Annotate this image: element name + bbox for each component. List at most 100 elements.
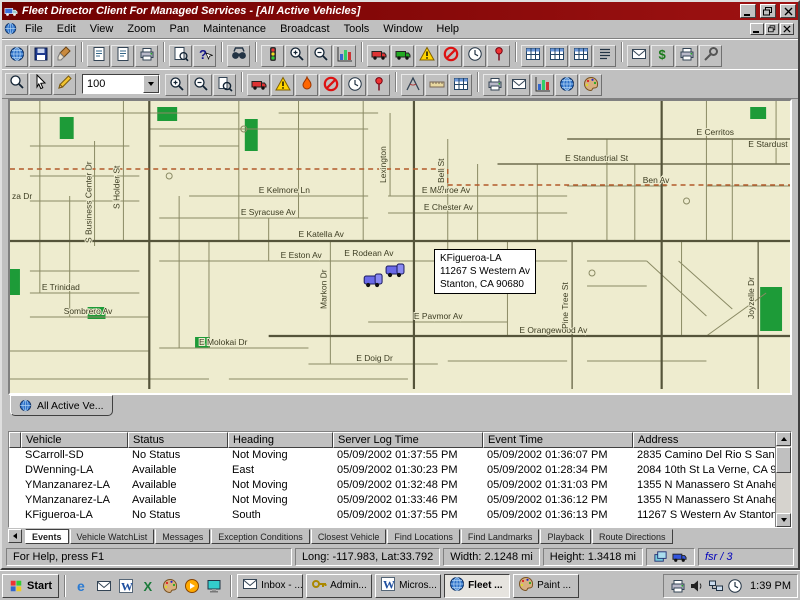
tools-button[interactable]: [699, 45, 722, 67]
net-icon[interactable]: [708, 578, 724, 594]
map-view-tab[interactable]: All Active Ve...: [10, 395, 113, 416]
menu-maintenance[interactable]: Maintenance: [196, 21, 273, 37]
doc-button[interactable]: [111, 45, 134, 67]
grid-button[interactable]: [521, 45, 544, 67]
start-button[interactable]: Start: [2, 574, 59, 598]
zoom-out-button[interactable]: [309, 45, 332, 67]
grid-header-address[interactable]: Address: [633, 432, 777, 448]
mail-button[interactable]: [627, 45, 650, 67]
printer-icon[interactable]: [670, 578, 686, 594]
tab-find-landmarks[interactable]: Find Landmarks: [461, 529, 540, 544]
grid-header-event-time[interactable]: Event Time: [483, 432, 633, 448]
taskbar-task-inbox[interactable]: Inbox - ...: [237, 574, 303, 598]
menu-file[interactable]: File: [18, 21, 50, 37]
scrollbar-thumb[interactable]: [776, 447, 791, 473]
grid-header-vehicle[interactable]: Vehicle: [21, 432, 128, 448]
tab-events[interactable]: Events: [25, 529, 69, 544]
tab-messages[interactable]: Messages: [155, 529, 210, 544]
grid-row[interactable]: SCarroll-SDNo StatusNot Moving05/09/2002…: [9, 448, 791, 463]
grid-row[interactable]: YManzanarez-LAAvailableNot Moving05/09/2…: [9, 478, 791, 493]
word-icon[interactable]: W: [115, 575, 137, 597]
close-button[interactable]: [780, 4, 796, 18]
volume-icon[interactable]: [689, 578, 705, 594]
scroll-up-button[interactable]: [776, 432, 791, 446]
printer-button[interactable]: [483, 74, 506, 96]
tab-route-directions[interactable]: Route Directions: [592, 529, 673, 544]
warning-button[interactable]: [271, 74, 294, 96]
chevron-down-icon[interactable]: [143, 75, 159, 93]
ruler-button[interactable]: [425, 74, 448, 96]
grid-button[interactable]: [569, 45, 592, 67]
taskbar-task-micros[interactable]: WMicros...: [375, 574, 441, 598]
internet-explorer-icon[interactable]: e: [71, 575, 93, 597]
truck-red-button[interactable]: [247, 74, 270, 96]
taskbar-task-admin[interactable]: Admin...: [306, 574, 372, 598]
grid-button[interactable]: [449, 74, 472, 96]
clock-button[interactable]: [343, 74, 366, 96]
pin-button[interactable]: [487, 45, 510, 67]
mag-doc-button[interactable]: [213, 74, 236, 96]
scroll-down-button[interactable]: [776, 513, 791, 527]
menu-tools[interactable]: Tools: [337, 21, 377, 37]
menu-help[interactable]: Help: [429, 21, 466, 37]
grid-button[interactable]: [545, 45, 568, 67]
printer-button[interactable]: [675, 45, 698, 67]
minimize-button[interactable]: [740, 4, 756, 18]
clock-icon[interactable]: [727, 578, 743, 594]
taskbar-task-fleet[interactable]: Fleet ...: [444, 574, 510, 598]
chart-button[interactable]: [531, 74, 554, 96]
mdi-close-button[interactable]: [780, 23, 794, 35]
tab-scroll-left-button[interactable]: [8, 529, 22, 543]
globe-button[interactable]: [5, 45, 28, 67]
menu-broadcast[interactable]: Broadcast: [273, 21, 337, 37]
brush-button[interactable]: [53, 45, 76, 67]
pencil-button[interactable]: [53, 73, 76, 95]
cursor-button[interactable]: [29, 73, 52, 95]
menu-window[interactable]: Window: [376, 21, 429, 37]
map-scale-combobox[interactable]: 100: [82, 74, 160, 94]
outlook-express-icon[interactable]: [93, 575, 115, 597]
globe-button[interactable]: [555, 74, 578, 96]
flame-button[interactable]: [295, 74, 318, 96]
map-view[interactable]: E CerritosE StardustE Standustrial StBen…: [8, 99, 792, 395]
zoom-in-button[interactable]: [285, 45, 308, 67]
menu-view[interactable]: View: [83, 21, 121, 37]
truck-green-button[interactable]: [391, 45, 414, 67]
chart-button[interactable]: [333, 45, 356, 67]
media-player-icon[interactable]: [181, 575, 203, 597]
paint-icon[interactable]: [159, 575, 181, 597]
menu-edit[interactable]: Edit: [50, 21, 83, 37]
tab-closest-vehicle[interactable]: Closest Vehicle: [311, 529, 387, 544]
binoculars-button[interactable]: [227, 45, 250, 67]
grid-header-server-log-time[interactable]: Server Log Time: [333, 432, 483, 448]
clock-button[interactable]: [463, 45, 486, 67]
restore-button[interactable]: [760, 4, 776, 18]
save-button[interactable]: [29, 45, 52, 67]
grid-header-status[interactable]: Status: [128, 432, 228, 448]
grid-row[interactable]: KFigueroa-LANo StatusSouth05/09/2002 01:…: [9, 508, 791, 523]
taskbar-clock[interactable]: 1:39 PM: [746, 580, 791, 592]
taskbar-task-paint[interactable]: Paint ...: [513, 574, 579, 598]
pin-button[interactable]: [367, 74, 390, 96]
traffic-button[interactable]: [261, 45, 284, 67]
child-window-icon[interactable]: [4, 22, 18, 36]
mail-button[interactable]: [507, 74, 530, 96]
grid-row[interactable]: DWenning-LAAvailableEast05/09/2002 01:30…: [9, 463, 791, 478]
help-button[interactable]: ?: [193, 45, 216, 67]
stop-button[interactable]: [319, 74, 342, 96]
mdi-restore-button[interactable]: [765, 23, 779, 35]
menu-zoom[interactable]: Zoom: [120, 21, 162, 37]
excel-icon[interactable]: X: [137, 575, 159, 597]
vertical-scrollbar[interactable]: [775, 432, 791, 527]
stop-button[interactable]: [439, 45, 462, 67]
angle-button[interactable]: [401, 74, 424, 96]
layers-icon[interactable]: [653, 549, 669, 565]
map-canvas[interactable]: E CerritosE StardustE Standustrial StBen…: [10, 101, 790, 393]
grid-header-heading[interactable]: Heading: [228, 432, 333, 448]
magnifier-button[interactable]: [5, 73, 28, 95]
list-button[interactable]: [593, 45, 616, 67]
tab-playback[interactable]: Playback: [540, 529, 591, 544]
show-desktop-icon[interactable]: [203, 575, 225, 597]
mdi-minimize-button[interactable]: [750, 23, 764, 35]
tab-exception-conditions[interactable]: Exception Conditions: [211, 529, 310, 544]
